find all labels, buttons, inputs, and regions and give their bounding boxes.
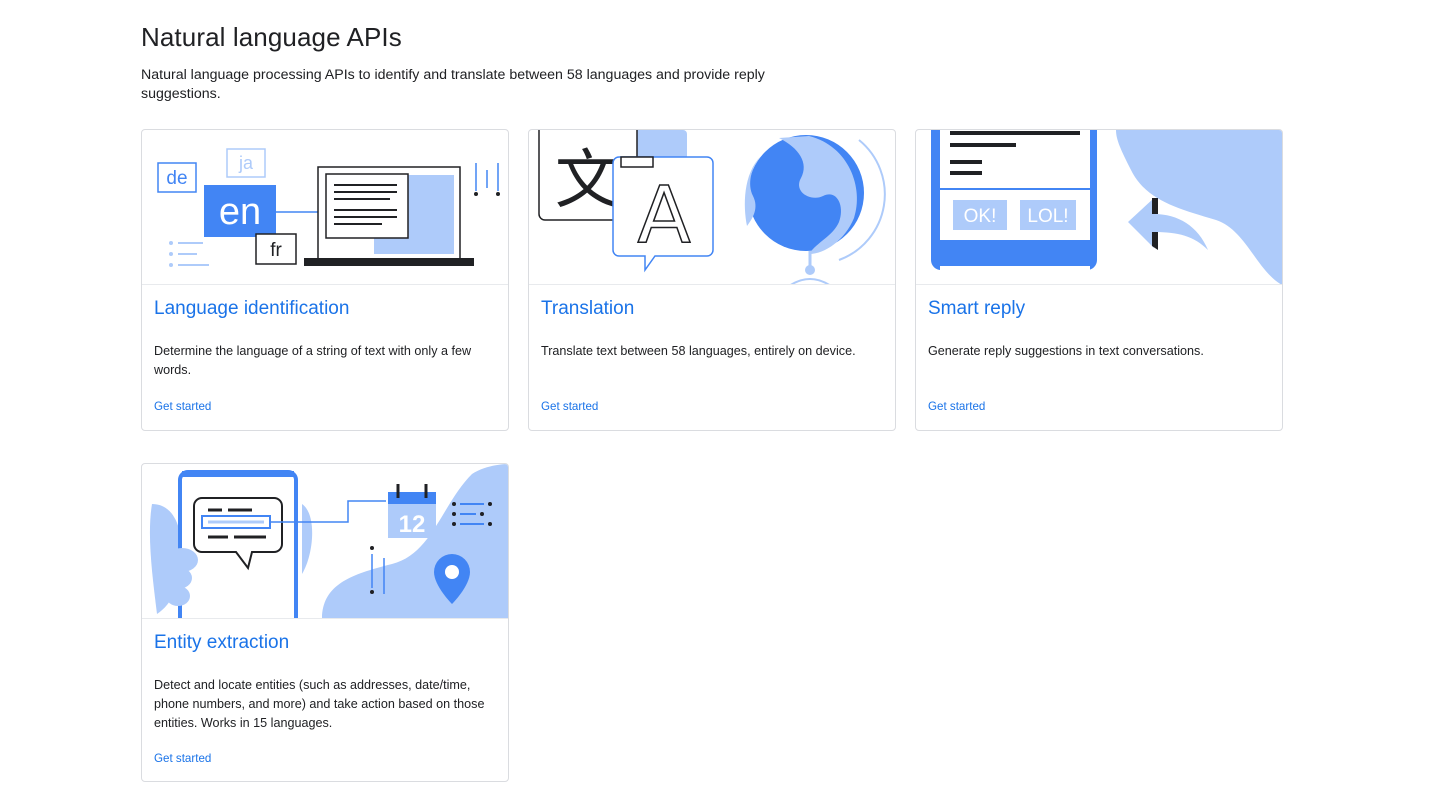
card-title: Language identification [154,298,350,319]
card-translation: 文 A Translation Translate text between 5… [528,129,896,431]
label-a: A [637,171,690,261]
page-description: Natural language processing APIs to iden… [141,67,765,102]
label-fr: fr [270,240,282,261]
entity-extraction-illustration: 12 [142,464,508,619]
reply-chip-lol: LOL! [1027,206,1068,227]
page-title: Natural language APIs [141,22,402,52]
label-de: de [166,168,187,189]
get-started-link[interactable]: Get started [154,752,211,765]
label-ja: ja [238,153,254,173]
get-started-link[interactable]: Get started [541,400,598,413]
language-identification-illustration: de ja en fr [142,130,508,285]
card-description: Detect and locate entities (such as addr… [154,678,485,730]
card-description: Translate text between 58 languages, ent… [541,344,856,358]
card-title: Translation [541,298,635,319]
translation-illustration: 文 A [529,130,895,285]
reply-chip-ok: OK! [964,206,997,227]
get-started-link[interactable]: Get started [154,400,211,413]
card-description: Generate reply suggestions in text conve… [928,344,1204,358]
card-entity-extraction: 12 Entity extraction Detect and locate e… [141,463,509,782]
card-title: Entity extraction [154,632,290,653]
get-started-link[interactable]: Get started [928,400,985,413]
calendar-day: 12 [399,511,426,538]
label-wen: 文 [555,144,619,218]
label-en: en [219,191,261,233]
card-title: Smart reply [928,298,1026,319]
card-description: Determine the language of a string of te… [154,344,472,377]
card-language-identification: de ja en fr Language identification Dete… [141,129,509,431]
card-smart-reply: OK! LOL! Smart reply Generate reply sugg… [915,129,1283,431]
smart-reply-illustration: OK! LOL! [916,130,1282,285]
